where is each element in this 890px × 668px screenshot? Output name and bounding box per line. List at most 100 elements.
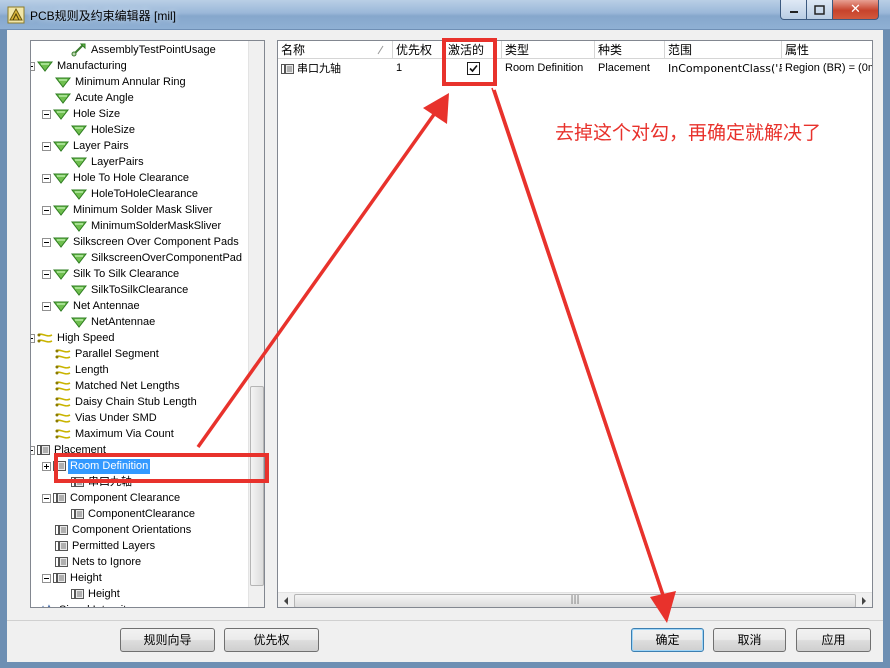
tree-item[interactable]: ComponentClearance xyxy=(58,506,197,522)
scroll-right-icon[interactable] xyxy=(861,597,867,605)
rule-wizard-button[interactable]: 规则向导 xyxy=(120,628,215,652)
tree-item-label: Daisy Chain Stub Length xyxy=(75,395,197,408)
tree-item-label: Vias Under SMD xyxy=(75,411,157,424)
collapse-icon[interactable] xyxy=(42,493,51,503)
collapse-icon[interactable] xyxy=(42,173,51,183)
tree-item-label: Minimum Solder Mask Sliver xyxy=(73,203,213,216)
tree-item[interactable]: Parallel Segment xyxy=(42,346,161,362)
tree-item[interactable]: LayerPairs xyxy=(58,154,146,170)
tree-item[interactable]: Silk To Silk Clearance xyxy=(42,266,181,282)
rule-priority-cell[interactable]: 1 xyxy=(393,60,445,77)
cancel-button[interactable]: 取消 xyxy=(713,628,786,652)
tree-item-label: Nets to Ignore xyxy=(72,555,142,568)
column-header-enabled[interactable]: 激活的 xyxy=(445,41,502,59)
collapse-icon[interactable] xyxy=(42,269,51,279)
column-header-attributes[interactable]: 属性 xyxy=(782,41,872,59)
tree-item[interactable]: Hole To Hole Clearance xyxy=(42,170,191,186)
tree-item[interactable]: Height xyxy=(42,570,104,586)
tree-item[interactable]: Room Definition xyxy=(42,458,151,474)
tree-item[interactable]: Nets to Ignore xyxy=(42,554,143,570)
collapse-icon[interactable] xyxy=(42,301,51,311)
tree-item-label: High Speed xyxy=(57,331,115,344)
collapse-icon[interactable] xyxy=(42,109,51,119)
rule-icon xyxy=(53,109,69,120)
apply-button[interactable]: 应用 xyxy=(796,628,871,652)
collapse-icon[interactable] xyxy=(42,141,51,151)
tree-item[interactable]: Vias Under SMD xyxy=(42,410,159,426)
tree-item[interactable]: 串口九轴 xyxy=(58,474,134,490)
rule-icon xyxy=(55,77,71,88)
collapse-icon[interactable] xyxy=(31,445,35,455)
column-header-category[interactable]: 种类 xyxy=(595,41,665,59)
tree-item[interactable]: SilkscreenOverComponentPad xyxy=(58,250,244,266)
rule-enabled-checkbox[interactable] xyxy=(467,62,480,75)
tree-item[interactable]: Net Antennae xyxy=(42,298,142,314)
tree-item[interactable]: HoleToHoleClearance xyxy=(58,186,200,202)
minimize-button[interactable] xyxy=(780,0,807,20)
close-button[interactable]: ✕ xyxy=(832,0,879,20)
collapse-icon[interactable] xyxy=(42,573,51,583)
rule-category-cell[interactable]: Placement xyxy=(595,60,665,77)
collapse-icon[interactable] xyxy=(42,205,51,215)
column-header-priority[interactable]: 优先权 xyxy=(393,41,445,59)
priorities-button[interactable]: 优先权 xyxy=(224,628,319,652)
column-header-name[interactable]: 名称 xyxy=(278,41,393,59)
grid-header: 名称 优先权 激活的 类型 种类 范围 属性 xyxy=(278,41,872,59)
tree-item[interactable]: HoleSize xyxy=(58,122,137,138)
tree-item[interactable]: Length xyxy=(42,362,111,378)
tree-item[interactable]: SilkToSilkClearance xyxy=(58,282,190,298)
rule-scope-cell[interactable]: InComponentClass('串 xyxy=(665,60,782,77)
tree-item[interactable]: Component Orientations xyxy=(42,522,193,538)
scroll-left-icon[interactable] xyxy=(283,597,289,605)
rule-type-cell[interactable]: Room Definition xyxy=(502,60,595,77)
maximize-button[interactable] xyxy=(806,0,833,20)
tree-item[interactable]: Maximum Via Count xyxy=(42,426,176,442)
tree-item[interactable]: Matched Net Lengths xyxy=(42,378,182,394)
tree-item-label: 串口九轴 xyxy=(88,475,132,488)
rule-attributes-cell[interactable]: Region (BR) = (0m xyxy=(782,60,872,77)
tree-item[interactable]: Manufacturing xyxy=(31,58,129,74)
tree-item[interactable]: Signal Integrity xyxy=(39,602,134,607)
tree-item[interactable]: Minimum Annular Ring xyxy=(42,74,188,90)
tree-item[interactable]: Placement xyxy=(31,442,108,458)
tree-item[interactable]: NetAntennae xyxy=(58,314,157,330)
rule-tree[interactable]: AssemblyTestPointUsage Manufacturing Minim… xyxy=(30,40,265,608)
tree-item[interactable]: Permitted Layers xyxy=(42,538,157,554)
tree-item[interactable]: Minimum Solder Mask Sliver xyxy=(42,202,214,218)
tree-item-label: NetAntennae xyxy=(91,315,156,328)
tree-item[interactable]: Height xyxy=(58,586,122,602)
rule-name-cell[interactable]: 串口九轴 xyxy=(294,60,392,77)
collapse-icon[interactable] xyxy=(31,61,35,71)
placement-icon xyxy=(55,525,68,535)
tree-item[interactable]: High Speed xyxy=(31,330,117,346)
tree-vertical-scrollbar[interactable] xyxy=(248,41,264,607)
tree-item[interactable]: Component Clearance xyxy=(42,490,182,506)
rule-icon xyxy=(53,237,69,248)
column-header-scope[interactable]: 范围 xyxy=(665,41,782,59)
expand-icon[interactable] xyxy=(42,461,51,471)
collapse-icon[interactable] xyxy=(42,237,51,247)
tree-item[interactable]: Daisy Chain Stub Length xyxy=(42,394,199,410)
collapse-icon[interactable] xyxy=(31,333,35,343)
rule-icon xyxy=(53,269,69,280)
tree-item[interactable]: Silkscreen Over Component Pads xyxy=(42,234,241,250)
manufacturing-icon xyxy=(37,61,53,72)
rule-row[interactable]: 串口九轴 1 Room Definition Placement InCompo… xyxy=(278,60,872,77)
ok-button[interactable]: 确定 xyxy=(631,628,704,652)
maximize-icon xyxy=(814,4,825,15)
rule-icon xyxy=(71,285,87,296)
title-bar[interactable]: PCB规则及约束编辑器 [mil] ✕ xyxy=(0,0,890,30)
placement-icon xyxy=(71,509,84,519)
tree-item[interactable]: AssemblyTestPointUsage xyxy=(58,42,218,58)
grid-horizontal-scrollbar[interactable]: ||| xyxy=(278,592,872,607)
assembly-rule-icon xyxy=(71,43,86,57)
rule-icon xyxy=(53,141,69,152)
tree-item[interactable]: Layer Pairs xyxy=(42,138,131,154)
tree-scroll-thumb[interactable] xyxy=(250,386,264,586)
tree-item-label: ComponentClearance xyxy=(88,507,196,520)
tree-item[interactable]: Hole Size xyxy=(42,106,122,122)
tree-item[interactable]: Acute Angle xyxy=(42,90,136,106)
tree-item[interactable]: MinimumSolderMaskSliver xyxy=(58,218,223,234)
column-header-type[interactable]: 类型 xyxy=(502,41,595,59)
grid-scroll-thumb[interactable]: ||| xyxy=(294,594,856,607)
